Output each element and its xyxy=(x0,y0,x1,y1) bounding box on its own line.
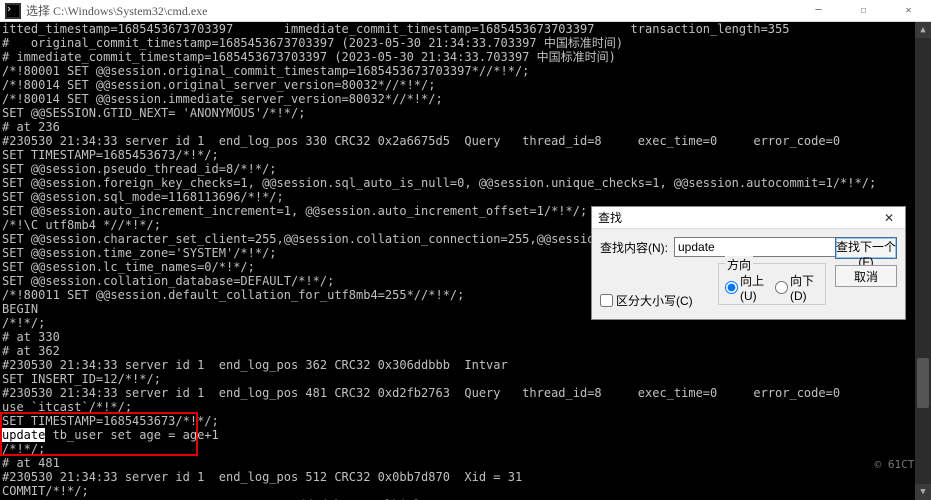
terminal-line: # at 362 xyxy=(2,344,929,358)
terminal-line: SET INSERT_ID=12/*!*/; xyxy=(2,372,929,386)
scroll-down-button[interactable]: ▼ xyxy=(915,484,931,500)
case-checkbox-input[interactable] xyxy=(600,294,613,307)
terminal-line: SET @@SESSION.GTID_NEXT= 'ANONYMOUS'/*!*… xyxy=(2,106,929,120)
find-dialog-title: 查找 xyxy=(598,209,879,226)
terminal-line: /*!80014 SET @@session.immediate_server_… xyxy=(2,92,929,106)
radio-down-input[interactable] xyxy=(775,281,788,294)
close-button[interactable]: ✕ xyxy=(886,0,931,22)
scroll-up-button[interactable]: ▲ xyxy=(915,22,931,38)
terminal-line: /*!80001 SET @@session.original_commit_t… xyxy=(2,64,929,78)
window-controls: ─ ☐ ✕ xyxy=(796,0,931,22)
window-titlebar: 选择 C:\Windows\System32\cmd.exe ─ ☐ ✕ xyxy=(0,0,931,22)
terminal-line: # at 481 xyxy=(2,456,929,470)
case-label: 区分大小写(C) xyxy=(616,292,693,309)
terminal-line: # at 236 xyxy=(2,120,929,134)
terminal-line: SET @@session.pseudo_thread_id=8/*!*/; xyxy=(2,162,929,176)
highlight-box xyxy=(0,412,198,456)
scrollbar-track[interactable] xyxy=(915,38,931,484)
terminal-line: itted_timestamp=1685453673703397 immedia… xyxy=(2,22,929,36)
scrollbar-vertical[interactable]: ▲ ▼ xyxy=(915,22,931,500)
window-title: 选择 C:\Windows\System32\cmd.exe xyxy=(26,2,796,19)
minimize-button[interactable]: ─ xyxy=(796,0,841,22)
terminal-line: SET @@session.sql_mode=1168113696/*!*/; xyxy=(2,190,929,204)
radio-up-input[interactable] xyxy=(725,281,738,294)
cmd-icon xyxy=(5,3,21,19)
scrollbar-thumb[interactable] xyxy=(917,358,929,408)
find-close-button[interactable]: ✕ xyxy=(879,209,899,227)
direction-group: 方向 向上(U) 向下(D) xyxy=(718,263,826,305)
cancel-button[interactable]: 取消 xyxy=(835,265,897,287)
maximize-button[interactable]: ☐ xyxy=(841,0,886,22)
radio-up[interactable]: 向上(U) xyxy=(725,272,769,303)
terminal-line: SET TIMESTAMP=1685453673/*!*/; xyxy=(2,148,929,162)
find-dialog: 查找 ✕ 查找内容(N): 方向 向上(U) 向下(D) 区分大小写(C) 查找… xyxy=(591,206,906,320)
terminal-line: COMMIT/*!*/; xyxy=(2,484,929,498)
direction-legend: 方向 xyxy=(725,256,753,273)
terminal-line: # at 330 xyxy=(2,330,929,344)
terminal-line: # immediate_commit_timestamp=16854536737… xyxy=(2,50,929,64)
terminal-line: /*!80014 SET @@session.original_server_v… xyxy=(2,78,929,92)
find-content-label: 查找内容(N): xyxy=(600,239,668,256)
terminal-line: #230530 21:34:33 server id 1 end_log_pos… xyxy=(2,386,929,400)
terminal-line: # original_commit_timestamp=168545367370… xyxy=(2,36,929,50)
case-sensitive-checkbox[interactable]: 区分大小写(C) xyxy=(600,292,693,309)
find-next-button[interactable]: 查找下一个(F) xyxy=(835,237,897,259)
find-dialog-titlebar[interactable]: 查找 ✕ xyxy=(592,207,905,229)
terminal-line: #230530 21:34:33 server id 1 end_log_pos… xyxy=(2,134,929,148)
terminal-line: #230530 21:34:33 server id 1 end_log_pos… xyxy=(2,358,929,372)
find-dialog-body: 查找内容(N): 方向 向上(U) 向下(D) 区分大小写(C) 查找下一个(F… xyxy=(592,229,905,319)
terminal-line: SET @@session.foreign_key_checks=1, @@se… xyxy=(2,176,929,190)
terminal-line: #230530 21:34:33 server id 1 end_log_pos… xyxy=(2,470,929,484)
radio-down[interactable]: 向下(D) xyxy=(775,272,819,303)
